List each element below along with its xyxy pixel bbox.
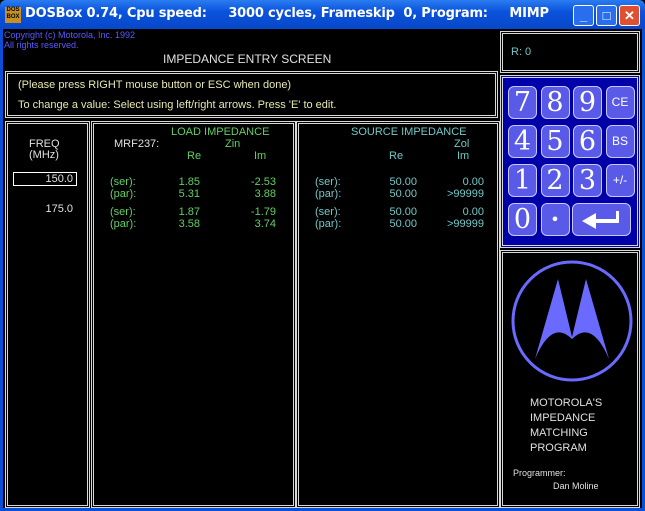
enter-arrow-icon bbox=[581, 211, 619, 229]
re-header: Re bbox=[187, 150, 202, 162]
freq-column: FREQ (MHz) 150.0 175.0 bbox=[5, 121, 90, 508]
freq-value-selected[interactable]: 150.0 bbox=[13, 172, 77, 186]
impedance-im[interactable]: -1.79 bbox=[226, 206, 276, 218]
minimize-button[interactable]: _ bbox=[573, 5, 594, 26]
rights-line: All rights reserved. bbox=[4, 40, 79, 50]
impedance-im[interactable]: 0.00 bbox=[434, 176, 484, 188]
maximize-button[interactable]: □ bbox=[596, 5, 617, 26]
key-4[interactable]: 4 bbox=[508, 125, 537, 158]
device-label: MRF237: bbox=[114, 138, 160, 150]
im-header: Im bbox=[254, 150, 267, 162]
impedance-re[interactable]: 50.00 bbox=[377, 188, 417, 200]
instructions-box: (Please press RIGHT mouse button or ESC … bbox=[5, 71, 498, 118]
row-label: (par): bbox=[315, 188, 342, 200]
impedance-im[interactable]: 3.88 bbox=[226, 188, 276, 200]
impedance-im[interactable]: 0.00 bbox=[434, 206, 484, 218]
freq-unit: (MHz) bbox=[29, 149, 59, 161]
key-6[interactable]: 6 bbox=[573, 125, 602, 158]
load-impedance-column: LOAD IMPEDANCE MRF237: Zin Re Im (ser): 1… bbox=[91, 121, 296, 508]
key-0[interactable]: 0 bbox=[508, 203, 537, 236]
load-title: LOAD IMPEDANCE bbox=[171, 126, 270, 138]
impedance-re[interactable]: 50.00 bbox=[377, 176, 417, 188]
dosbox-icon: DOS BOX bbox=[5, 7, 21, 23]
row-label: (ser): bbox=[315, 206, 341, 218]
impedance-re[interactable]: 50.00 bbox=[377, 218, 417, 230]
key-bs[interactable]: BS bbox=[605, 125, 635, 158]
im-header: Im bbox=[457, 150, 470, 162]
row-label: (ser): bbox=[315, 176, 341, 188]
program-name: MOTOROLA'S IMPEDANCE MATCHING PROGRAM bbox=[530, 397, 603, 454]
impedance-re[interactable]: 50.00 bbox=[377, 206, 417, 218]
register-display: R: 0 bbox=[500, 31, 640, 73]
impedance-im[interactable]: >99999 bbox=[434, 188, 484, 200]
keypad: 7 8 9 CE 4 5 6 BS 1 2 3 +/- 0 • bbox=[500, 75, 640, 248]
instruction-line: To change a value: Select using left/rig… bbox=[18, 99, 337, 111]
source-impedance-column: SOURCE IMPEDANCE Zol Re Im (ser): 50.00 0.… bbox=[296, 121, 500, 508]
key-8[interactable]: 8 bbox=[540, 86, 570, 119]
register-value: R: 0 bbox=[511, 46, 532, 58]
enter-key[interactable] bbox=[572, 203, 631, 236]
dosbox-window: DOS BOX DOSBox 0.74, Cpu speed: 3000 cycl… bbox=[0, 0, 645, 511]
row-label: (ser): bbox=[110, 176, 136, 188]
key-3[interactable]: 3 bbox=[573, 164, 602, 197]
logo-panel: MOTOROLA'S IMPEDANCE MATCHING PROGRAM Progr… bbox=[500, 250, 640, 508]
row-label: (ser): bbox=[110, 206, 136, 218]
key-5[interactable]: 5 bbox=[540, 125, 570, 158]
impedance-im[interactable]: -2.53 bbox=[226, 176, 276, 188]
impedance-im[interactable]: 3.74 bbox=[226, 218, 276, 230]
source-sub: Zol bbox=[454, 138, 470, 150]
key-sign[interactable]: +/- bbox=[605, 164, 635, 197]
screen-title: IMPEDANCE ENTRY SCREEN bbox=[163, 52, 332, 66]
impedance-re[interactable]: 1.85 bbox=[160, 176, 200, 188]
key-7[interactable]: 7 bbox=[508, 86, 537, 119]
re-header: Re bbox=[389, 150, 404, 162]
key-2[interactable]: 2 bbox=[540, 164, 570, 197]
freq-value[interactable]: 175.0 bbox=[13, 203, 77, 215]
impedance-re[interactable]: 3.58 bbox=[160, 218, 200, 230]
source-title: SOURCE IMPEDANCE bbox=[351, 126, 467, 138]
row-label: (par): bbox=[315, 218, 342, 230]
key-9[interactable]: 9 bbox=[573, 86, 602, 119]
copyright-line: Copyright (c) Motorola, Inc. 1992 bbox=[4, 30, 136, 40]
programmer-label: Programmer: bbox=[513, 468, 566, 478]
key-ce[interactable]: CE bbox=[605, 86, 635, 119]
row-label: (par): bbox=[110, 218, 137, 230]
impedance-im[interactable]: >99999 bbox=[434, 218, 484, 230]
motorola-logo bbox=[511, 260, 633, 382]
programmer-name: Dan Moline bbox=[553, 481, 599, 491]
impedance-re[interactable]: 1.87 bbox=[160, 206, 200, 218]
instruction-line: (Please press RIGHT mouse button or ESC … bbox=[18, 79, 292, 91]
row-label: (par): bbox=[110, 188, 137, 200]
key-decimal[interactable]: • bbox=[540, 203, 570, 236]
key-1[interactable]: 1 bbox=[508, 164, 537, 197]
title-bar[interactable]: DOS BOX DOSBox 0.74, Cpu speed: 3000 cycl… bbox=[0, 0, 645, 29]
impedance-re[interactable]: 5.31 bbox=[160, 188, 200, 200]
window-title: DOSBox 0.74, Cpu speed: 3000 cycles, Fra… bbox=[25, 6, 549, 21]
close-button[interactable]: ✕ bbox=[619, 5, 640, 26]
dos-screen: Copyright (c) Motorola, Inc. 1992 All ri… bbox=[3, 29, 642, 508]
load-sub: Zin bbox=[225, 138, 241, 150]
